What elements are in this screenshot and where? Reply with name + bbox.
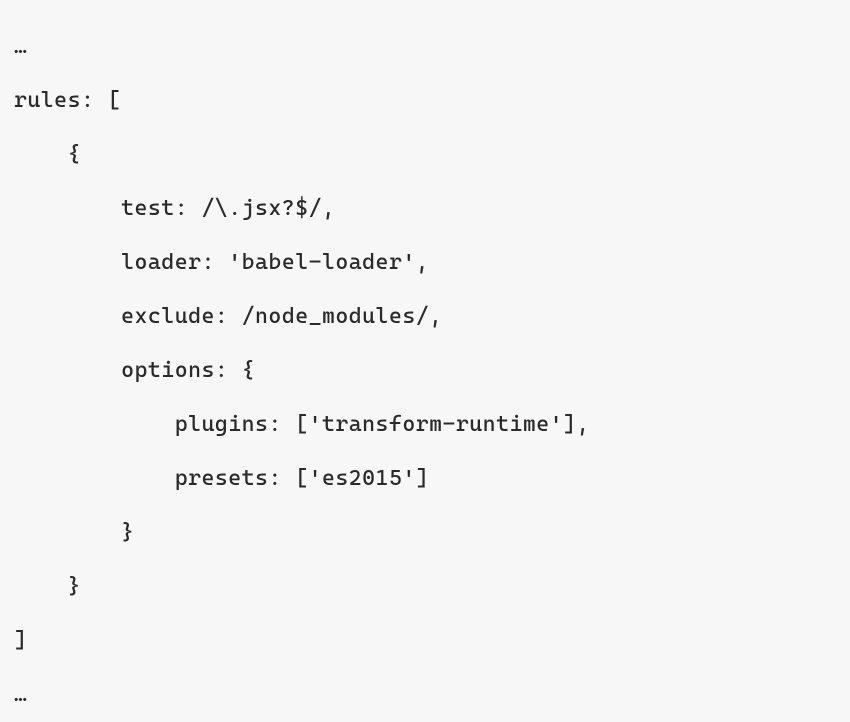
code-block: … rules: [ { test: /\.jsx?$/, loader: 'b… (14, 20, 836, 722)
code-line: } (14, 520, 135, 545)
code-line: presets: ['es2015'] (14, 466, 429, 491)
code-line: … (14, 34, 27, 59)
code-line: options: { (14, 358, 255, 383)
code-line: loader: 'babel-loader', (14, 250, 429, 275)
code-line: ] (14, 628, 27, 653)
code-line: { (14, 142, 81, 167)
code-line: … (14, 682, 27, 707)
code-line: rules: [ (14, 88, 121, 113)
code-line: test: /\.jsx?$/, (14, 196, 335, 221)
code-line: plugins: ['transform-runtime'], (14, 412, 590, 437)
code-line: } (14, 574, 81, 599)
code-line: exclude: /node_modules/, (14, 304, 443, 329)
